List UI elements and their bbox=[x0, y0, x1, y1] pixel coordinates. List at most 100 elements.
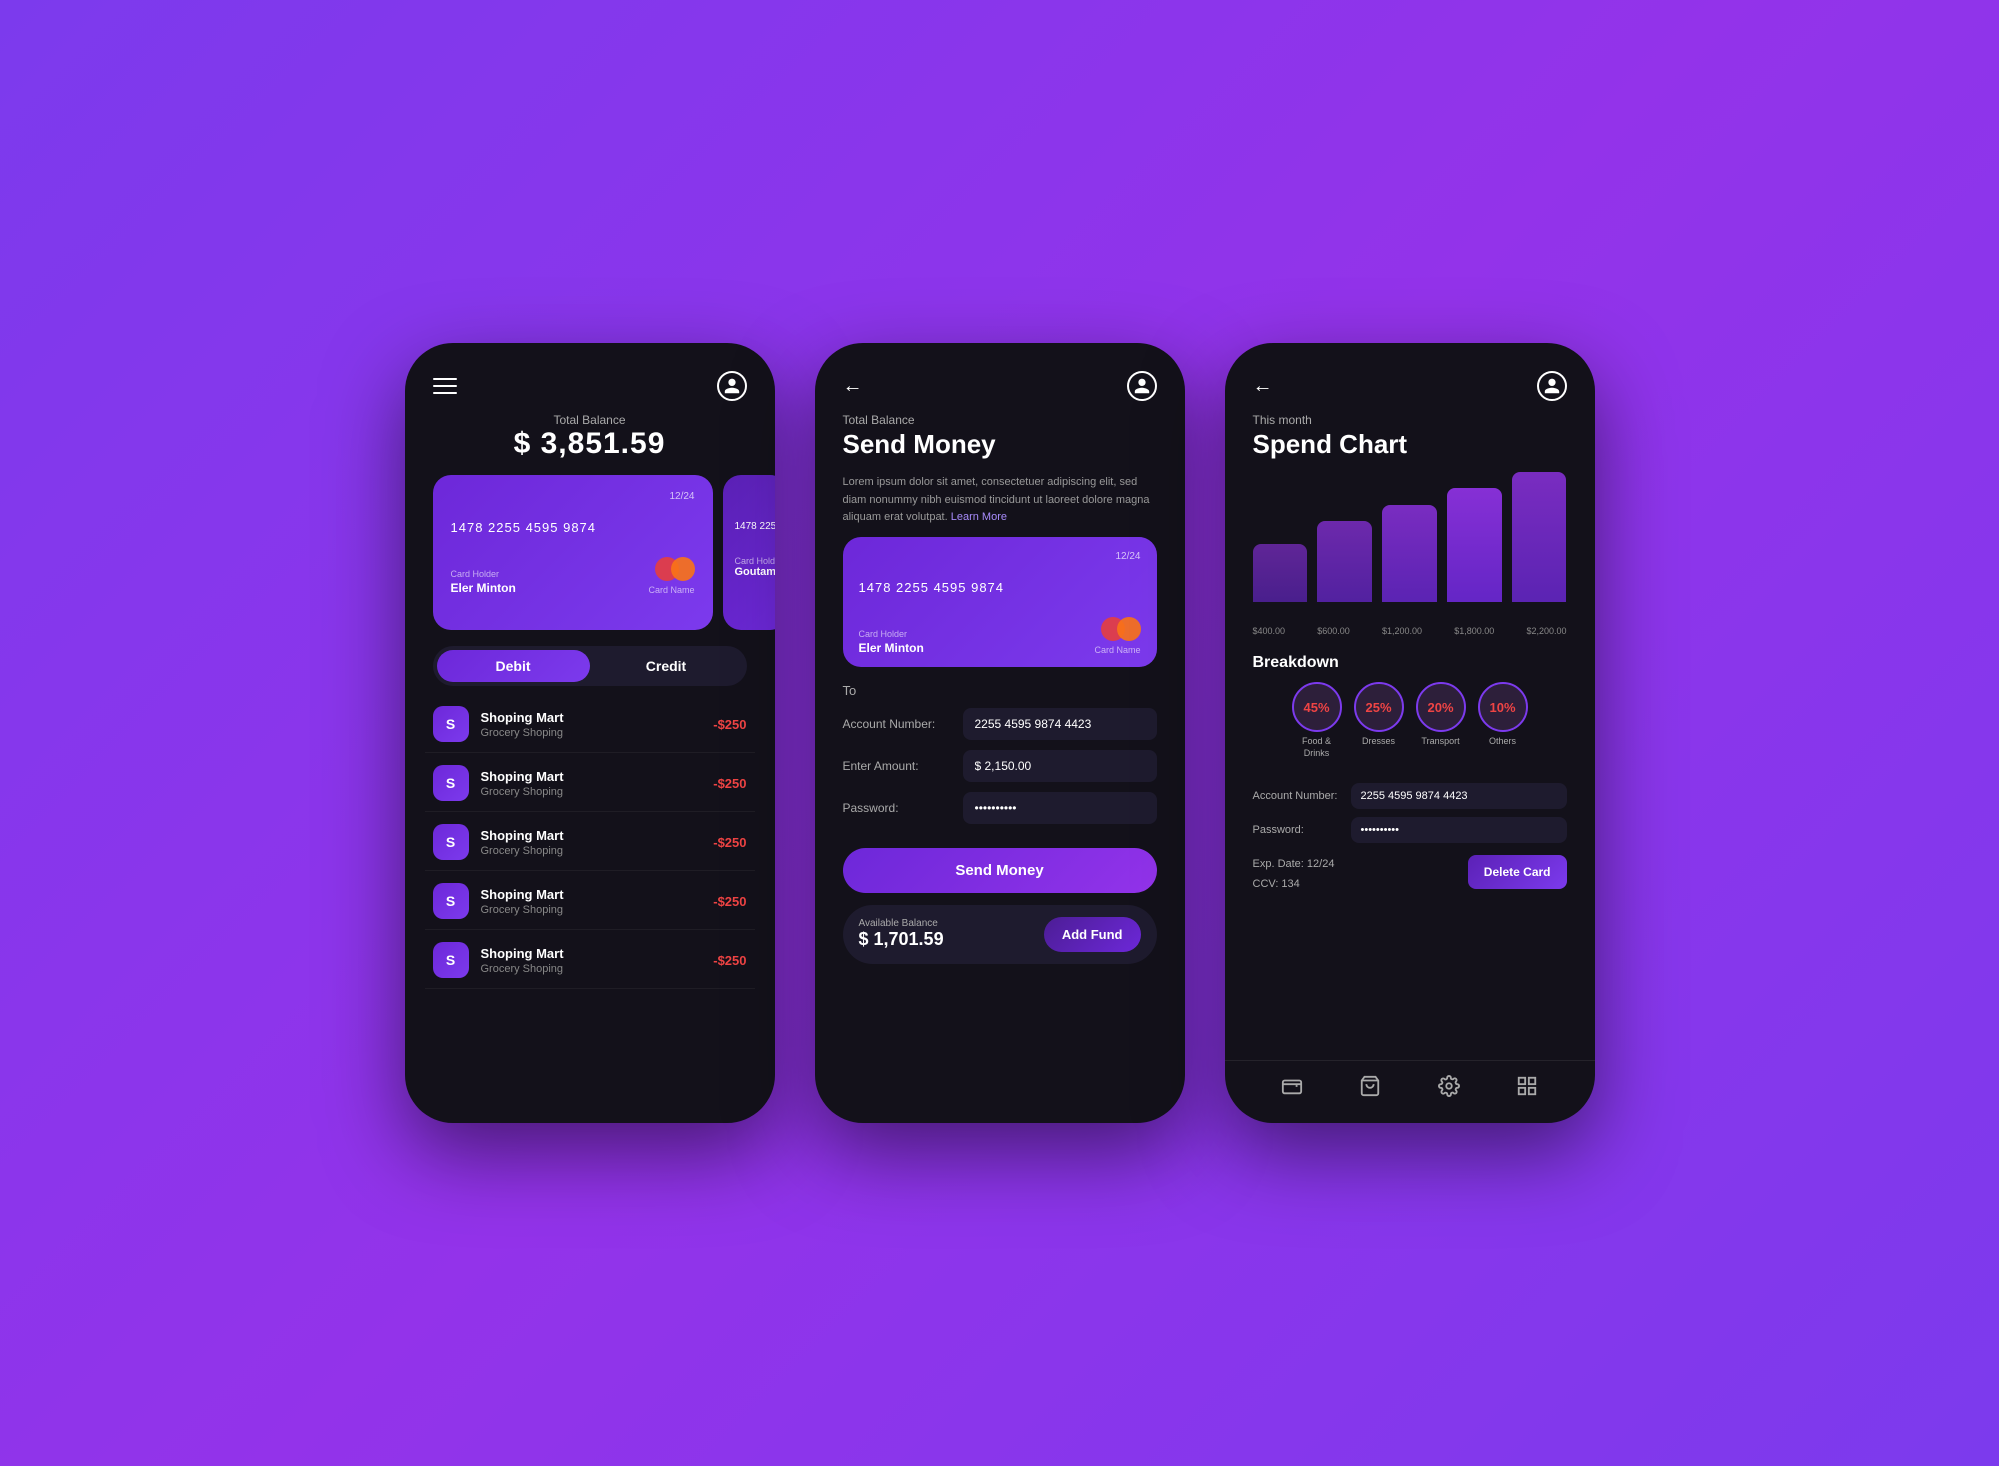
send-money-button[interactable]: Send Money bbox=[843, 848, 1157, 893]
balance-amount: $ 3,851.59 bbox=[405, 427, 775, 461]
table-row[interactable]: S Shoping Mart Grocery Shoping -$250 bbox=[425, 873, 755, 930]
month-label: This month bbox=[1225, 409, 1595, 427]
password-label: Password: bbox=[1253, 824, 1343, 836]
chart-bar-2 bbox=[1382, 505, 1437, 603]
chart-lbl-4: $2,200.00 bbox=[1526, 626, 1566, 636]
password-input[interactable] bbox=[963, 792, 1157, 824]
tx-avatar-0: S bbox=[433, 706, 469, 742]
tx-info-0: Shoping Mart Grocery Shoping bbox=[481, 710, 702, 739]
tx-sub-2: Grocery Shoping bbox=[481, 845, 702, 857]
breakdown-title: Breakdown bbox=[1253, 654, 1567, 672]
card-number: 1478 2255 4595 9874 bbox=[859, 580, 1141, 595]
bottom-row: Exp. Date: 12/24 CCV: 134 Delete Card bbox=[1225, 855, 1595, 903]
back-button[interactable]: ← bbox=[843, 375, 863, 398]
delete-card-button[interactable]: Delete Card bbox=[1468, 855, 1567, 889]
phone-1: Total Balance $ 3,851.59 12/24 1478 2255… bbox=[405, 343, 775, 1123]
secondary-card[interactable]: 1478 225 Card Hold Goutam bbox=[723, 475, 775, 630]
nav-grid-icon[interactable] bbox=[1516, 1075, 1538, 1103]
tab-row: Debit Credit bbox=[433, 646, 747, 686]
phone2-header: ← bbox=[815, 343, 1185, 409]
chart-lbl-3: $1,800.00 bbox=[1454, 626, 1494, 636]
phone1-header bbox=[405, 343, 775, 409]
tab-debit[interactable]: Debit bbox=[437, 650, 590, 682]
avail-balance-info: Available Balance $ 1,701.59 bbox=[859, 918, 944, 950]
balance-label: Total Balance bbox=[405, 413, 775, 427]
user-icon[interactable] bbox=[1537, 371, 1567, 401]
account-number-input[interactable] bbox=[963, 708, 1157, 740]
spend-chart bbox=[1253, 472, 1567, 622]
table-row[interactable]: S Shoping Mart Grocery Shoping -$250 bbox=[425, 696, 755, 753]
tx-info-2: Shoping Mart Grocery Shoping bbox=[481, 828, 702, 857]
chart-lbl-2: $1,200.00 bbox=[1382, 626, 1422, 636]
breakdown-circle-0: 45% bbox=[1292, 682, 1342, 732]
phone-2: ← Total Balance Send Money Lorem ipsum d… bbox=[815, 343, 1185, 1123]
chart-title: Spend Chart bbox=[1225, 427, 1595, 472]
tx-sub-1: Grocery Shoping bbox=[481, 786, 702, 798]
chart-lbl-1: $600.00 bbox=[1317, 626, 1350, 636]
chart-bar-1 bbox=[1317, 521, 1372, 602]
table-row[interactable]: S Shoping Mart Grocery Shoping -$250 bbox=[425, 932, 755, 989]
breakdown-circle-2: 20% bbox=[1416, 682, 1466, 732]
tx-name-0: Shoping Mart bbox=[481, 710, 702, 725]
account-section: Account Number: 2255 4595 9874 4423 Pass… bbox=[1225, 779, 1595, 855]
main-card[interactable]: 12/24 1478 2255 4595 9874 Card Holder El… bbox=[433, 475, 713, 630]
send-money-card[interactable]: 12/24 1478 2255 4595 9874 Card Holder El… bbox=[843, 537, 1157, 667]
nav-cart-icon[interactable] bbox=[1359, 1075, 1381, 1103]
to-label: To bbox=[843, 683, 1157, 698]
amount-row: Enter Amount: bbox=[843, 750, 1157, 782]
user-icon[interactable] bbox=[1127, 371, 1157, 401]
nav-wallet-icon[interactable] bbox=[1281, 1075, 1303, 1103]
nav-settings-icon[interactable] bbox=[1438, 1075, 1460, 1103]
mastercard-orange bbox=[671, 557, 695, 581]
learn-more-link[interactable]: Learn More bbox=[951, 511, 1007, 523]
available-balance-footer: Available Balance $ 1,701.59 Add Fund bbox=[843, 905, 1157, 964]
back-button[interactable]: ← bbox=[1253, 375, 1273, 398]
tx-amount-1: -$250 bbox=[713, 776, 746, 791]
card-name-label: Card Name bbox=[648, 585, 694, 595]
card-number: 1478 2255 4595 9874 bbox=[451, 520, 695, 535]
menu-icon[interactable] bbox=[433, 378, 457, 394]
breakdown-section: Breakdown 45% Food &Drinks 25% Dresses 2… bbox=[1225, 646, 1595, 779]
breakdown-item-2: 20% Transport bbox=[1416, 682, 1466, 759]
tx-avatar-2: S bbox=[433, 824, 469, 860]
tab-credit[interactable]: Credit bbox=[590, 650, 743, 682]
tx-sub-0: Grocery Shoping bbox=[481, 727, 702, 739]
amount-input[interactable] bbox=[963, 750, 1157, 782]
phone2-balance-label: Total Balance bbox=[843, 413, 1157, 427]
account-number-row: Account Number: 2255 4595 9874 4423 bbox=[1253, 783, 1567, 809]
phone3-header: ← bbox=[1225, 343, 1595, 409]
avail-balance-label: Available Balance bbox=[859, 918, 944, 929]
card-expiry: 12/24 bbox=[859, 551, 1141, 562]
tx-amount-3: -$250 bbox=[713, 894, 746, 909]
table-row[interactable]: S Shoping Mart Grocery Shoping -$250 bbox=[425, 814, 755, 871]
account-number-value: 2255 4595 9874 4423 bbox=[1351, 783, 1567, 809]
card-expiry: 12/24 bbox=[451, 491, 695, 502]
password-row: Password: •••••••••• bbox=[1253, 817, 1567, 843]
description-text: Lorem ipsum dolor sit amet, consectetuer… bbox=[815, 466, 1185, 537]
add-fund-button[interactable]: Add Fund bbox=[1044, 917, 1141, 952]
table-row[interactable]: S Shoping Mart Grocery Shoping -$250 bbox=[425, 755, 755, 812]
mastercard-orange bbox=[1117, 617, 1141, 641]
tx-amount-2: -$250 bbox=[713, 835, 746, 850]
breakdown-label-1: Dresses bbox=[1362, 736, 1395, 748]
tx-avatar-4: S bbox=[433, 942, 469, 978]
password-row: Password: bbox=[843, 792, 1157, 824]
breakdown-label-0: Food &Drinks bbox=[1302, 736, 1331, 759]
tx-name-3: Shoping Mart bbox=[481, 887, 702, 902]
bottom-nav bbox=[1225, 1060, 1595, 1123]
card-name-label: Card Name bbox=[1094, 645, 1140, 655]
chart-bar-0 bbox=[1253, 544, 1308, 603]
tx-name-1: Shoping Mart bbox=[481, 769, 702, 784]
breakdown-item-1: 25% Dresses bbox=[1354, 682, 1404, 759]
card-holder-label: Card Holder bbox=[451, 569, 516, 579]
chart-labels: $400.00 $600.00 $1,200.00 $1,800.00 $2,2… bbox=[1225, 622, 1595, 646]
password-label: Password: bbox=[843, 801, 953, 815]
tx-info-1: Shoping Mart Grocery Shoping bbox=[481, 769, 702, 798]
user-icon[interactable] bbox=[717, 371, 747, 401]
exp-ccv: Exp. Date: 12/24 CCV: 134 bbox=[1253, 855, 1335, 895]
card-holder-label: Card Holder bbox=[859, 629, 924, 639]
phone2-balance-section: Total Balance Send Money bbox=[815, 409, 1185, 466]
tx-sub-4: Grocery Shoping bbox=[481, 963, 702, 975]
tx-info-4: Shoping Mart Grocery Shoping bbox=[481, 946, 702, 975]
tx-amount-4: -$250 bbox=[713, 953, 746, 968]
